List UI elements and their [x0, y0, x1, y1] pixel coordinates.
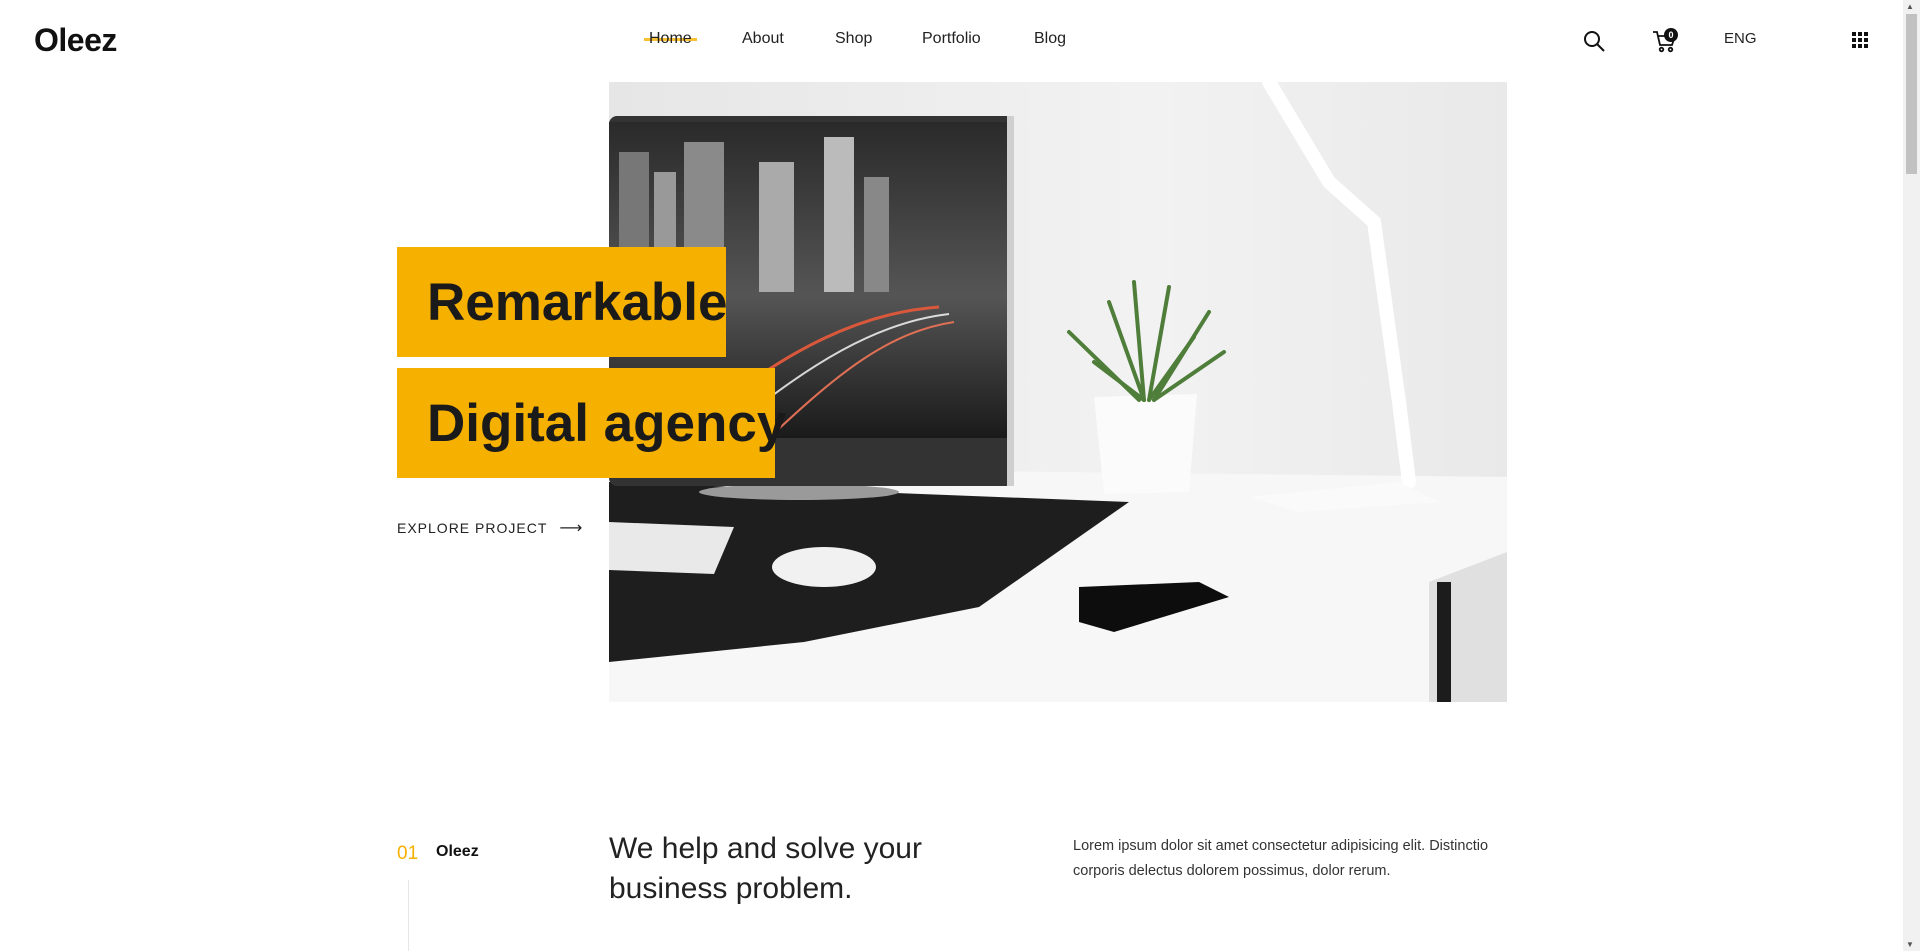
search-icon[interactable] — [1582, 29, 1606, 53]
page: Oleez Home About Shop Portfolio Blog 0 E… — [0, 0, 1920, 951]
vertical-scrollbar[interactable]: ▲ ▼ — [1903, 0, 1920, 951]
explore-project-link[interactable]: EXPLORE PROJECT ⟶ — [397, 518, 583, 538]
cart-count-badge: 0 — [1664, 28, 1678, 42]
arrow-right-icon: ⟶ — [559, 520, 584, 537]
section-number: 01 — [397, 843, 419, 864]
section-title: We help and solve your business problem. — [609, 832, 922, 905]
site-logo[interactable]: Oleez — [34, 22, 117, 59]
section-divider — [408, 880, 409, 951]
scroll-up-icon[interactable]: ▲ — [1906, 2, 1914, 11]
nav-item-blog[interactable]: Blog — [1034, 30, 1066, 48]
explore-project-label: EXPLORE PROJECT — [397, 520, 548, 536]
section-brand: Oleez — [436, 843, 479, 860]
scroll-down-icon[interactable]: ▼ — [1906, 940, 1914, 949]
nav-item-portfolio[interactable]: Portfolio — [922, 30, 981, 48]
nav-item-about[interactable]: About — [742, 30, 784, 48]
hero-headline-line2: Digital agency — [397, 368, 786, 478]
nav-item-shop[interactable]: Shop — [835, 30, 872, 48]
hero-headline-line1: Remarkable — [397, 247, 728, 357]
grid-menu-icon[interactable] — [1852, 32, 1868, 48]
nav-item-home[interactable]: Home — [644, 30, 697, 48]
language-selector[interactable]: ENG — [1724, 30, 1757, 47]
scrollbar-thumb[interactable] — [1906, 14, 1917, 174]
section-description: Lorem ipsum dolor sit amet consectetur a… — [1073, 838, 1489, 879]
